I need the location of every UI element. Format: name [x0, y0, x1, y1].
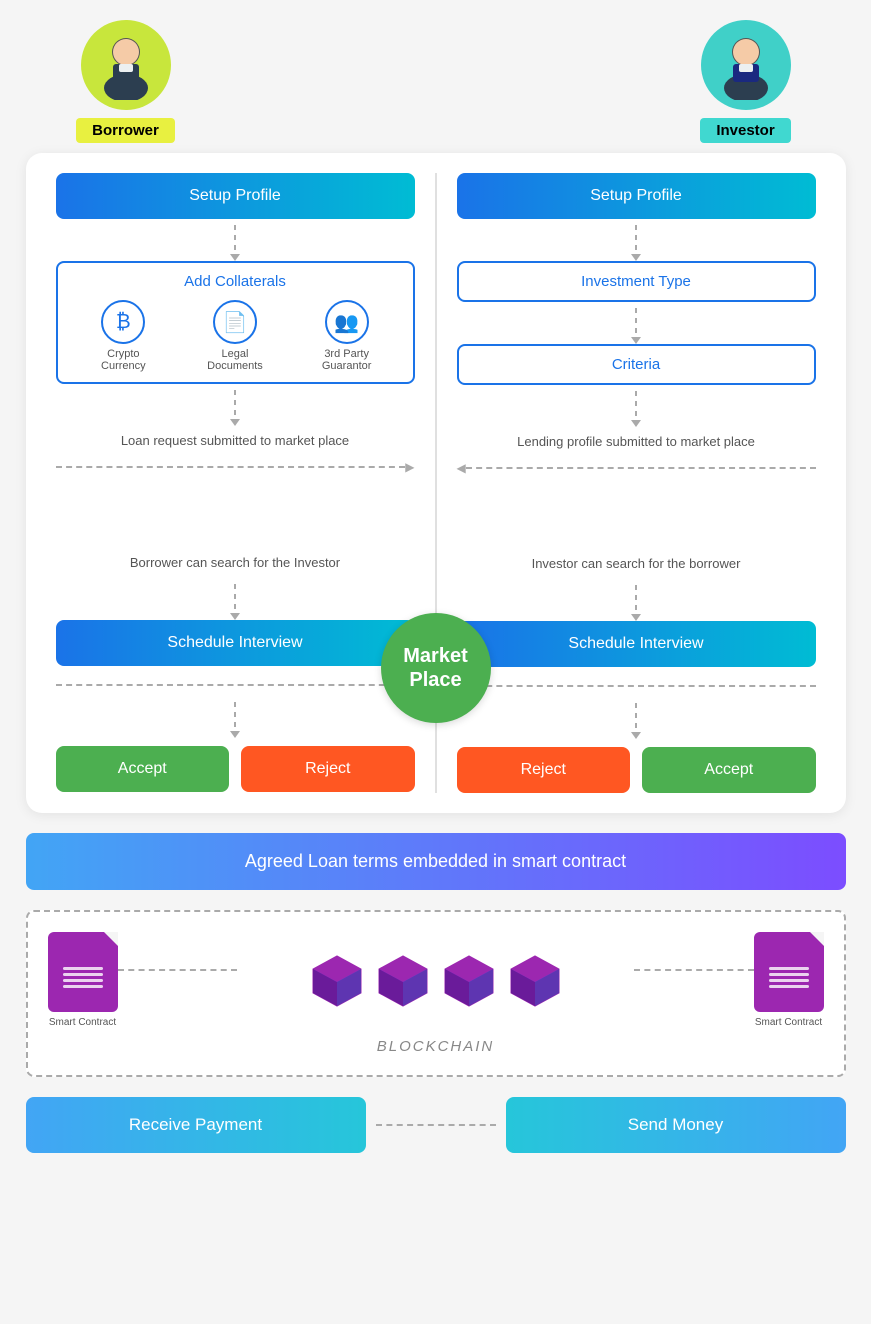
borrower-action-row: Accept Reject [56, 746, 415, 792]
criteria-button[interactable]: Criteria [457, 344, 816, 385]
arrow-down-3 [234, 584, 236, 614]
send-money-button[interactable]: Send Money [506, 1097, 846, 1153]
guarantor-icon: 👥 [325, 300, 369, 344]
investor-label: Investor [700, 118, 790, 143]
blockchain-label: BLOCKCHAIN [48, 1038, 824, 1055]
doc-line-4 [63, 985, 103, 988]
smart-contract-text: Agreed Loan terms embedded in smart cont… [245, 851, 626, 871]
smart-contract-left-label: Smart Contract [49, 1017, 116, 1028]
investor-action-row: Reject Accept [457, 747, 816, 793]
docs-icon: 📄 [213, 300, 257, 344]
crypto-icon: ₿ [101, 300, 145, 344]
doc-line-r4 [769, 985, 809, 988]
investor-section: Investor [646, 20, 846, 143]
arrow-down-2 [234, 390, 236, 420]
arrow-down-r3 [635, 391, 637, 421]
borrower-schedule-button[interactable]: Schedule Interview [56, 620, 415, 666]
receive-payment-button[interactable]: Receive Payment [26, 1097, 366, 1153]
investor-search-text: Investor can search for the borrower [532, 555, 741, 573]
collaterals-items: ₿ Crypto Currency 📄 Legal Documents 👥 3r… [68, 300, 403, 372]
collaterals-box: Add Collaterals ₿ Crypto Currency 📄 Lega… [56, 261, 415, 384]
arrow-down-r5 [635, 703, 637, 733]
arrow-down-1 [234, 225, 236, 255]
investment-type-button[interactable]: Investment Type [457, 261, 816, 302]
payment-connector [376, 1124, 496, 1126]
investor-accept-button[interactable]: Accept [642, 747, 816, 793]
borrower-column: Setup Profile Add Collaterals ₿ Crypto C… [46, 173, 425, 793]
smart-contract-right-doc [754, 932, 824, 1012]
doc-lines-right [769, 967, 809, 988]
crypto-currency-item: ₿ Crypto Currency [88, 300, 158, 372]
doc-lines-left [63, 967, 103, 988]
investor-avatar [701, 20, 791, 110]
smart-contract-banner: Agreed Loan terms embedded in smart cont… [26, 833, 846, 890]
connector-left [118, 969, 237, 971]
docs-label: Legal Documents [200, 348, 270, 372]
investor-reject-button[interactable]: Reject [457, 747, 631, 793]
marketplace-circle: Market Place [381, 613, 491, 723]
arrow-down-r4 [635, 585, 637, 615]
borrower-setup-profile-button[interactable]: Setup Profile [56, 173, 415, 219]
investor-setup-profile-button[interactable]: Setup Profile [457, 173, 816, 219]
legal-docs-item: 📄 Legal Documents [200, 300, 270, 372]
borrower-accept-button[interactable]: Accept [56, 746, 230, 792]
main-container: Borrower Investor Market Place Setup [0, 0, 871, 1173]
borrower-reject-button[interactable]: Reject [241, 746, 415, 792]
arrow-down-r1 [635, 225, 637, 255]
doc-line-2 [63, 973, 103, 976]
smart-contract-left-doc [48, 932, 118, 1012]
cube-1 [308, 951, 366, 1009]
avatars-row: Borrower Investor [26, 20, 846, 143]
cube-2 [374, 951, 432, 1009]
borrower-section: Borrower [26, 20, 226, 143]
blockchain-section: Smart Contract [26, 910, 846, 1077]
cube-4 [506, 951, 564, 1009]
loan-request-text: Loan request submitted to market place [121, 432, 349, 450]
borrower-search-text: Borrower can search for the Investor [130, 554, 340, 572]
blockchain-row: Smart Contract [48, 932, 824, 1028]
doc-line-r3 [769, 979, 809, 982]
guarantor-label: 3rd Party Guarantor [312, 348, 382, 372]
doc-line-r2 [769, 973, 809, 976]
cube-3 [440, 951, 498, 1009]
smart-contract-left-group: Smart Contract [48, 932, 118, 1028]
investor-schedule-button[interactable]: Schedule Interview [457, 621, 816, 667]
doc-line-3 [63, 979, 103, 982]
lending-text: Lending profile submitted to market plac… [517, 433, 755, 451]
main-panel: Market Place Setup Profile Add Collatera… [26, 153, 846, 813]
borrower-avatar [81, 20, 171, 110]
smart-contract-right-group: Smart Contract [754, 932, 824, 1028]
blockchain-cubes [237, 951, 635, 1009]
doc-line-1 [63, 967, 103, 970]
investor-column: Setup Profile Investment Type Criteria L… [447, 173, 826, 793]
connector-right [634, 969, 753, 971]
marketplace-label: Market Place [381, 644, 491, 692]
arrow-down-r2 [635, 308, 637, 338]
arrow-down-4 [234, 702, 236, 732]
crypto-label: Crypto Currency [88, 348, 158, 372]
borrower-label: Borrower [76, 118, 175, 143]
smart-contract-right-label: Smart Contract [755, 1017, 822, 1028]
collaterals-title: Add Collaterals [68, 273, 403, 290]
payment-row: Receive Payment Send Money [26, 1097, 846, 1153]
guarantor-item: 👥 3rd Party Guarantor [312, 300, 382, 372]
doc-line-r1 [769, 967, 809, 970]
